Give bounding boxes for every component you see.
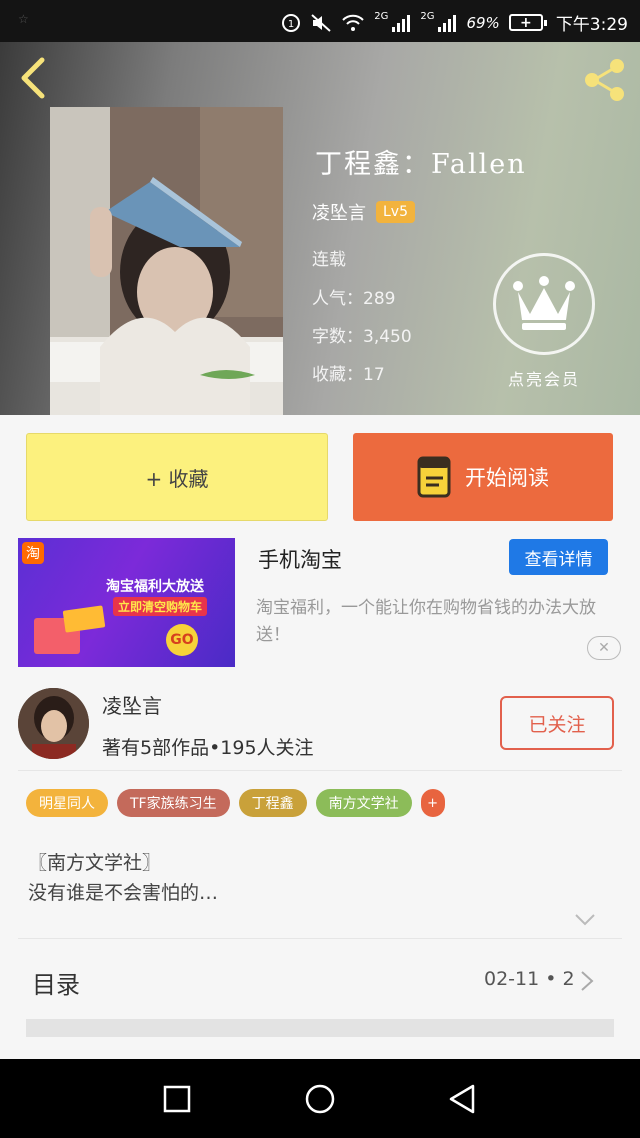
notification-icon: 1 [281, 12, 301, 34]
taobao-logo: 淘 [22, 542, 44, 564]
battery-percent: 69% [466, 13, 500, 32]
start-reading-button[interactable]: 开始阅读 [353, 433, 613, 521]
system-nav-bar [0, 1059, 640, 1138]
divider [18, 770, 622, 771]
author-profile-name[interactable]: 凌坠言 [102, 690, 162, 719]
tag-list: 明星同人 TF家族练习生 丁程鑫 南方文学社 + [26, 789, 445, 817]
avatar[interactable] [18, 688, 89, 759]
vip-label: 点亮会员 [507, 370, 580, 389]
battery-icon: + [508, 14, 547, 31]
signal-icon-2 [437, 12, 457, 34]
chevron-left-icon[interactable] [18, 56, 50, 100]
back-nav-icon[interactable] [447, 1083, 479, 1115]
author-stats: 著有5部作品•195人关注 [102, 737, 314, 759]
svg-text:1: 1 [288, 19, 294, 30]
ad-banner-subline: 立即清空购物车 [113, 597, 208, 616]
vip-button[interactable] [493, 253, 595, 355]
book-header: 丁程鑫：Fallen 凌坠言 Lv5 连载 人气：289 字数：3,450 收藏… [0, 42, 640, 415]
ad-close-button[interactable]: ✕ [587, 636, 621, 660]
status-bar: ☆ 1 2G 2G 69% + 下午3:29 [0, 0, 640, 42]
ad-banner-image[interactable]: 淘 淘宝福利大放送 立即清空购物车 GO [18, 538, 235, 667]
follow-button[interactable]: 已关注 [500, 696, 614, 750]
toc-label[interactable]: 目录 [32, 965, 80, 1000]
network-type-2: 2G [420, 11, 435, 22]
share-icon[interactable] [580, 56, 628, 104]
description-line-2: 没有谁是不会害怕的… [28, 882, 219, 904]
ad-description: 淘宝福利，一个能让你在购物省钱的办法大放送！ [256, 598, 596, 645]
add-tag-button[interactable]: + [420, 789, 445, 817]
tag-item[interactable]: 丁程鑫 [238, 789, 307, 817]
favorites-count: 收藏：17 [312, 365, 385, 385]
tag-item[interactable]: 明星同人 [26, 789, 108, 817]
serial-status: 连载 [312, 250, 346, 270]
chevron-down-icon[interactable] [574, 913, 596, 927]
popularity: 人气：289 [312, 289, 396, 309]
mute-icon [310, 12, 332, 34]
clock: 下午3:29 [555, 15, 628, 35]
ad-title[interactable]: 手机淘宝 [258, 544, 342, 574]
start-reading-label: 开始阅读 [465, 466, 549, 490]
crown-icon [513, 276, 575, 330]
chevron-right-icon[interactable] [580, 970, 594, 992]
wifi-icon [341, 12, 365, 34]
collect-button[interactable]: + 收藏 [26, 433, 328, 521]
network-type-1: 2G [374, 11, 389, 22]
book-icon [417, 456, 451, 498]
signal-icon [391, 12, 411, 34]
level-badge: Lv5 [376, 201, 415, 223]
tag-item[interactable]: 南方文学社 [315, 789, 412, 817]
tag-item[interactable]: TF家族练习生 [117, 789, 230, 817]
ad-banner-headline: 淘宝福利大放送 [106, 579, 204, 595]
status-app-icon: ☆ [18, 12, 29, 26]
recent-apps-icon[interactable] [161, 1083, 193, 1115]
word-count: 字数：3,450 [312, 327, 412, 347]
home-icon[interactable] [304, 1083, 336, 1115]
divider [18, 938, 622, 939]
toc-latest[interactable]: 02-11 • 2 [484, 968, 575, 990]
book-title: 丁程鑫：Fallen [315, 149, 527, 180]
content-placeholder [26, 1019, 614, 1037]
ad-banner-go: GO [166, 624, 198, 656]
view-details-button[interactable]: 查看详情 [509, 539, 608, 575]
book-cover-image[interactable] [50, 107, 283, 415]
description-line-1: 〖南方文学社〗 [28, 852, 162, 874]
gift-box-lid-graphic [62, 605, 106, 633]
author-name[interactable]: 凌坠言 [312, 199, 366, 225]
